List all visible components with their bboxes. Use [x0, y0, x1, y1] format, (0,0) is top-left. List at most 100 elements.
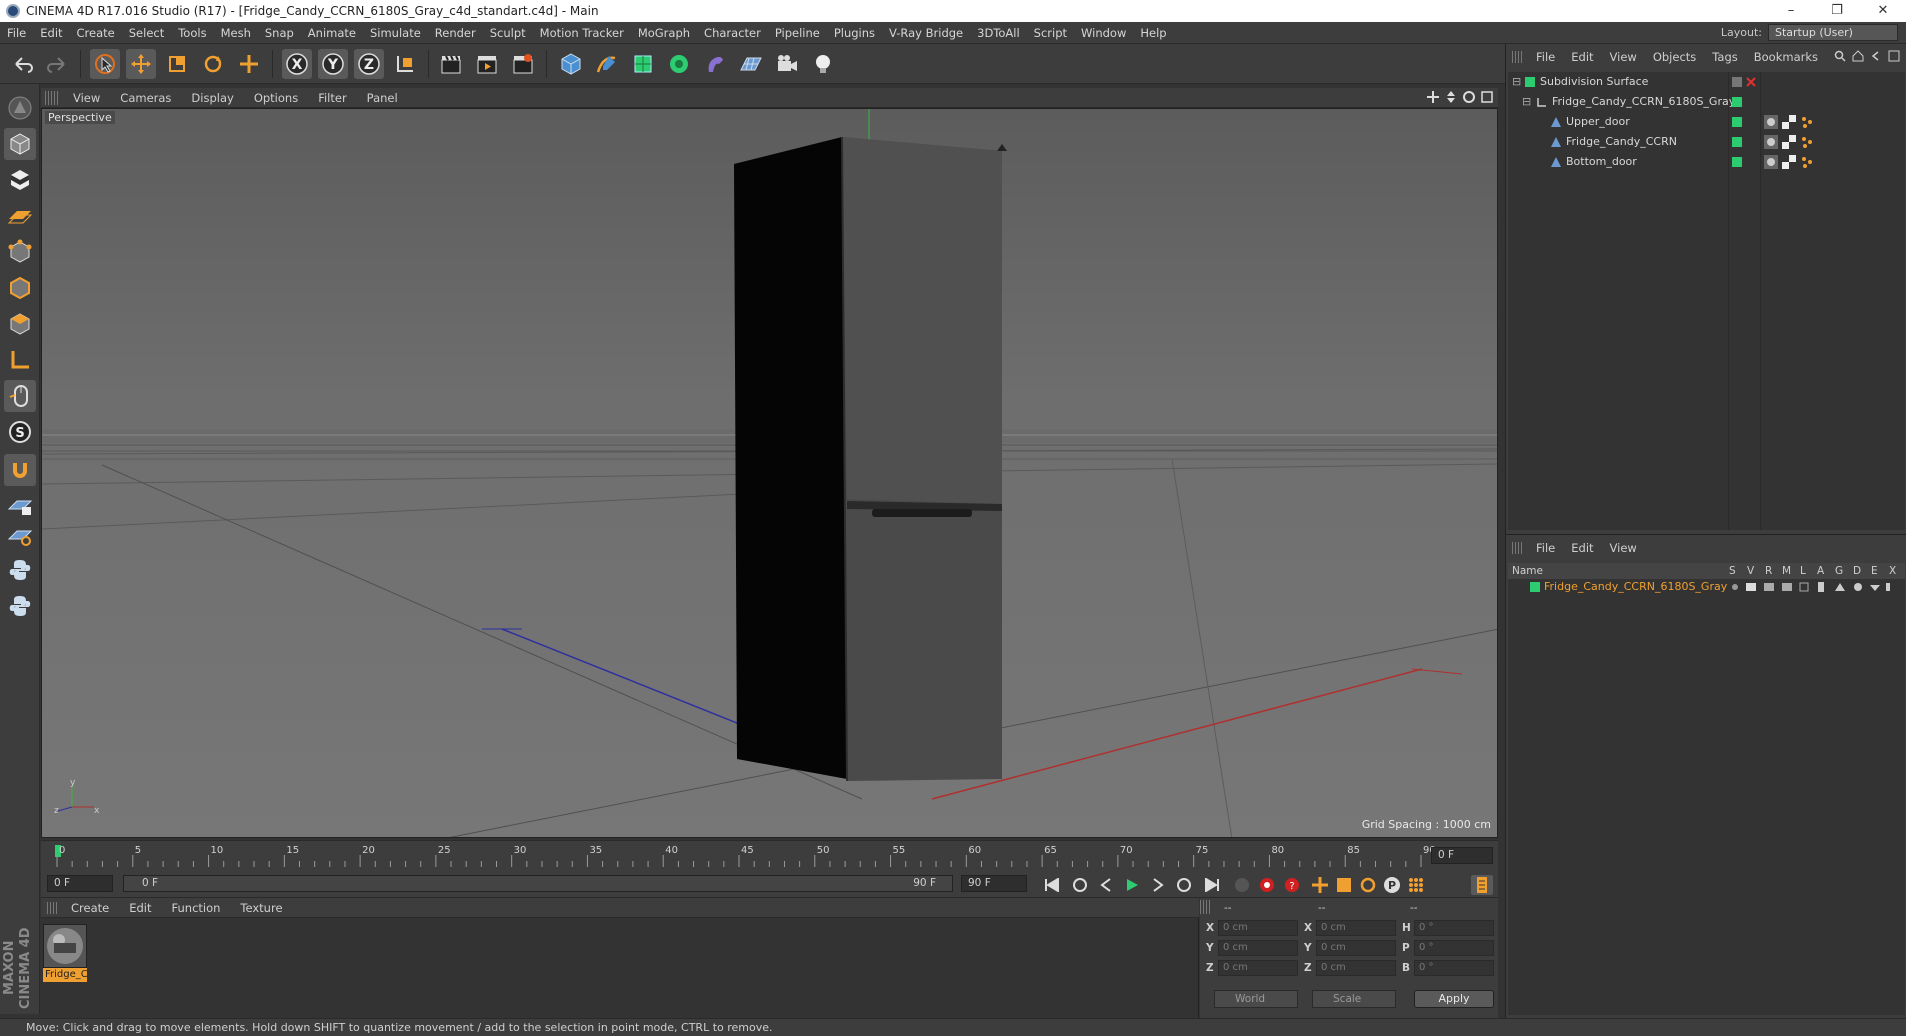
- camera-object-button[interactable]: [772, 49, 802, 79]
- phong-tag-icon[interactable]: [1764, 115, 1778, 129]
- lm-menu-view[interactable]: View: [1602, 541, 1645, 555]
- om-menu-bookmarks[interactable]: Bookmarks: [1746, 50, 1826, 64]
- object-name[interactable]: Bottom_door: [1566, 152, 1637, 172]
- coords-pos-y-field[interactable]: 0 cm: [1218, 940, 1298, 956]
- frame-range-slider[interactable]: 0 F 90 F: [123, 875, 953, 892]
- material-menu-texture[interactable]: Texture: [230, 901, 292, 915]
- workplane-mode-button[interactable]: [4, 200, 36, 232]
- menu-simulate[interactable]: Simulate: [363, 26, 428, 40]
- om-menu-objects[interactable]: Objects: [1645, 50, 1704, 64]
- layout-select[interactable]: Startup (User): [1768, 24, 1898, 41]
- menu-character[interactable]: Character: [697, 26, 768, 40]
- menu-tools[interactable]: Tools: [171, 26, 213, 40]
- viewport-zoom-icon[interactable]: [1444, 90, 1458, 104]
- fridge-model[interactable]: [734, 136, 1007, 782]
- phong-tag-icon[interactable]: [1764, 135, 1778, 149]
- menu-create[interactable]: Create: [70, 26, 122, 40]
- coords-rot-p-field[interactable]: 0 °: [1414, 940, 1494, 956]
- rotate-tool-button[interactable]: [198, 49, 228, 79]
- selection-tag-icon[interactable]: [1800, 135, 1814, 149]
- locked-workplane-button[interactable]: [4, 490, 36, 522]
- coords-size-z-field[interactable]: 0 cm: [1316, 960, 1396, 976]
- x-axis-lock-button[interactable]: X: [282, 49, 312, 79]
- snap-button[interactable]: [4, 454, 36, 486]
- menu-animate[interactable]: Animate: [301, 26, 363, 40]
- minimize-button[interactable]: –: [1768, 0, 1814, 22]
- floor-object-button[interactable]: [736, 49, 766, 79]
- redo-button[interactable]: [42, 49, 72, 79]
- object-name[interactable]: Upper_door: [1566, 112, 1630, 132]
- object-name[interactable]: Fridge_Candy_CCRN_6180S_Gray: [1552, 92, 1735, 112]
- edges-mode-button[interactable]: [4, 272, 36, 304]
- pen-spline-button[interactable]: [592, 49, 622, 79]
- y-axis-lock-button[interactable]: Y: [318, 49, 348, 79]
- panel-grip-icon[interactable]: [45, 90, 59, 105]
- om-menu-view[interactable]: View: [1602, 50, 1645, 64]
- python-script-button-2[interactable]: [4, 590, 36, 622]
- viewport-menu-display[interactable]: Display: [181, 91, 243, 105]
- new-window-icon[interactable]: [1888, 50, 1900, 62]
- menu-script[interactable]: Script: [1027, 26, 1074, 40]
- render-settings-button[interactable]: [508, 49, 538, 79]
- object-row-subdivision-surface[interactable]: ⊟ Subdivision Surface: [1508, 72, 1905, 92]
- menu-motion-tracker[interactable]: Motion Tracker: [533, 26, 631, 40]
- menu-help[interactable]: Help: [1133, 26, 1173, 40]
- model-mode-button[interactable]: [4, 128, 36, 160]
- scale-tool-button[interactable]: [162, 49, 192, 79]
- solo-mode-button[interactable]: S: [4, 416, 36, 448]
- layer-name[interactable]: Fridge_Candy_CCRN_6180S_Gray: [1544, 579, 1727, 595]
- menu-3dtoall[interactable]: 3DToAll: [970, 26, 1027, 40]
- deformer-button[interactable]: [700, 49, 730, 79]
- coords-rot-b-field[interactable]: 0 °: [1414, 960, 1494, 976]
- record-keys-button[interactable]: [1231, 875, 1253, 895]
- green-layer-icon[interactable]: [1732, 97, 1742, 107]
- menu-file[interactable]: File: [0, 26, 33, 40]
- planar-workplane-button[interactable]: [4, 520, 36, 552]
- keyframe-selection-button[interactable]: ?: [1281, 875, 1303, 895]
- goto-end-button[interactable]: [1201, 875, 1223, 895]
- transform-tool-button[interactable]: [234, 49, 264, 79]
- object-row-upper-door[interactable]: Upper_door: [1508, 112, 1905, 132]
- object-row-bottom-door[interactable]: Bottom_door: [1508, 152, 1905, 172]
- back-icon[interactable]: [1870, 50, 1882, 62]
- key-parameter-button[interactable]: P: [1381, 875, 1403, 895]
- material-swatch[interactable]: [43, 924, 87, 968]
- goto-start-button[interactable]: [1041, 875, 1063, 895]
- panel-grip-icon[interactable]: [1200, 900, 1212, 914]
- viewport-menu-panel[interactable]: Panel: [357, 91, 408, 105]
- tweak-mode-button[interactable]: [4, 380, 36, 412]
- next-key-button[interactable]: [1173, 875, 1195, 895]
- panel-grip-icon[interactable]: [47, 901, 59, 914]
- menu-select[interactable]: Select: [122, 26, 171, 40]
- apply-button[interactable]: Apply: [1414, 990, 1494, 1008]
- light-object-button[interactable]: [808, 49, 838, 79]
- viewport-menu-options[interactable]: Options: [244, 91, 308, 105]
- viewport-menu-filter[interactable]: Filter: [308, 91, 356, 105]
- layer-row[interactable]: Fridge_Candy_CCRN_6180S_Gray: [1508, 579, 1905, 595]
- perspective-viewport[interactable]: Perspective y z x Grid Spacing : 1000 cm: [41, 108, 1498, 838]
- home-icon[interactable]: [1852, 50, 1864, 62]
- auto-key-button[interactable]: [1256, 875, 1278, 895]
- panel-grip-icon[interactable]: [1512, 542, 1524, 554]
- coordinate-system-button[interactable]: [390, 49, 420, 79]
- key-scale-button[interactable]: [1333, 875, 1355, 895]
- cube-object-button[interactable]: [556, 49, 586, 79]
- texture-tag-icon[interactable]: [1782, 155, 1796, 169]
- prev-key-button[interactable]: [1069, 875, 1091, 895]
- timeline-ruler[interactable]: 0 5 10 15 20 25 30 35 40 45 50 55 60 65 70 75 80 85 90 0 F: [41, 840, 1498, 870]
- render-to-picture-viewer-button[interactable]: [472, 49, 502, 79]
- z-axis-lock-button[interactable]: Z: [354, 49, 384, 79]
- coords-transform-select[interactable]: Scale: [1312, 990, 1396, 1008]
- polygons-mode-button[interactable]: [4, 308, 36, 340]
- green-layer-icon[interactable]: [1732, 117, 1742, 127]
- menu-edit[interactable]: Edit: [33, 26, 69, 40]
- panel-grip-icon[interactable]: [1512, 51, 1524, 63]
- timeline-window-button[interactable]: [1471, 875, 1493, 895]
- coords-pos-x-field[interactable]: 0 cm: [1218, 920, 1298, 936]
- key-pla-button[interactable]: [1405, 875, 1427, 895]
- menu-snap[interactable]: Snap: [258, 26, 301, 40]
- viewport-menu-view[interactable]: View: [63, 91, 110, 105]
- coords-rot-h-field[interactable]: 0 °: [1414, 920, 1494, 936]
- texture-tag-icon[interactable]: [1782, 135, 1796, 149]
- material-name-label[interactable]: Fridge_C: [43, 968, 87, 982]
